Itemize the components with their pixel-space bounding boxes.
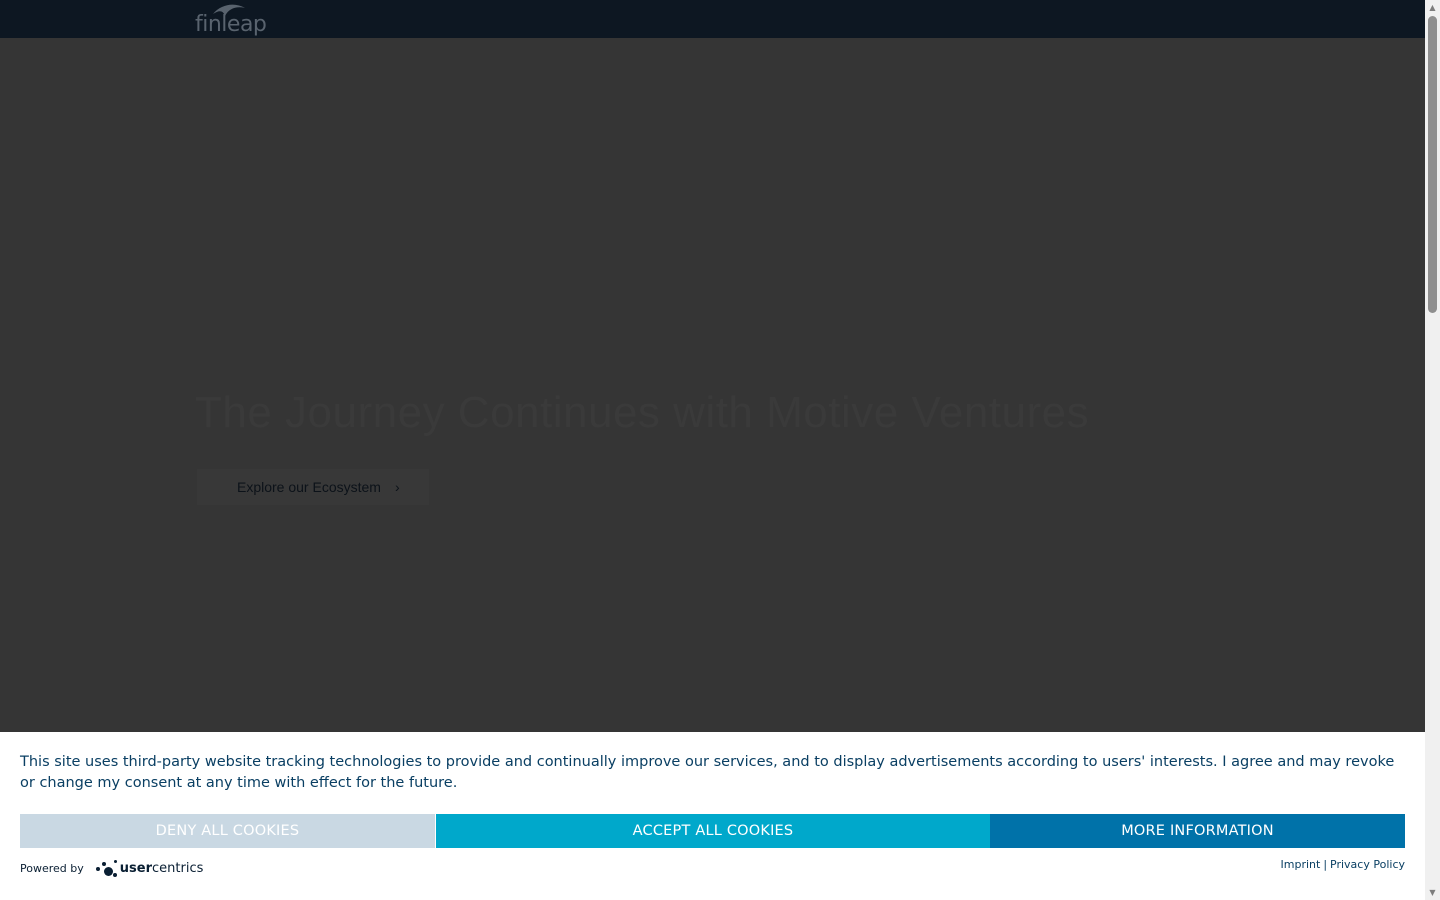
powered-by: Powered by usercentrics [20, 856, 203, 880]
cookie-footer-links: Imprint | Privacy Policy [1281, 858, 1406, 871]
scroll-down-arrow-icon[interactable]: ▼ [1425, 885, 1440, 900]
finleap-logo[interactable]: finleap [195, 0, 269, 38]
usercentrics-dots-icon [95, 856, 120, 880]
site-header: finleap [0, 0, 1425, 38]
page-scrollbar[interactable]: ▲ ▼ [1425, 0, 1440, 900]
scroll-up-arrow-icon[interactable]: ▲ [1425, 0, 1440, 15]
more-information-button[interactable]: MORE INFORMATION [990, 814, 1405, 848]
accept-all-cookies-button[interactable]: ACCEPT ALL COOKIES [436, 814, 990, 848]
deny-all-cookies-button[interactable]: DENY ALL COOKIES [20, 814, 435, 848]
cookie-consent-message: This site uses third-party website track… [20, 754, 1395, 791]
logo-text: finleap [195, 12, 267, 37]
cookie-button-row: DENY ALL COOKIES ACCEPT ALL COOKIES MORE… [20, 814, 1405, 848]
cookie-consent-banner: This site uses third-party website track… [0, 732, 1425, 900]
explore-ecosystem-button[interactable]: Explore our Ecosystem › [197, 469, 429, 505]
powered-by-label: Powered by [20, 861, 84, 875]
privacy-policy-link[interactable]: Privacy Policy [1330, 858, 1405, 871]
explore-button-label: Explore our Ecosystem [237, 479, 381, 495]
hero-section [0, 38, 1425, 732]
imprint-link[interactable]: Imprint [1281, 858, 1321, 871]
chevron-right-icon: › [394, 479, 400, 495]
usercentrics-logo[interactable]: usercentrics [95, 856, 204, 880]
scrollbar-thumb[interactable] [1428, 16, 1437, 313]
usercentrics-wordmark: usercentrics [119, 860, 204, 876]
link-separator: | [1323, 858, 1328, 871]
hero-title: The Journey Continues with Motive Ventur… [195, 388, 1090, 437]
